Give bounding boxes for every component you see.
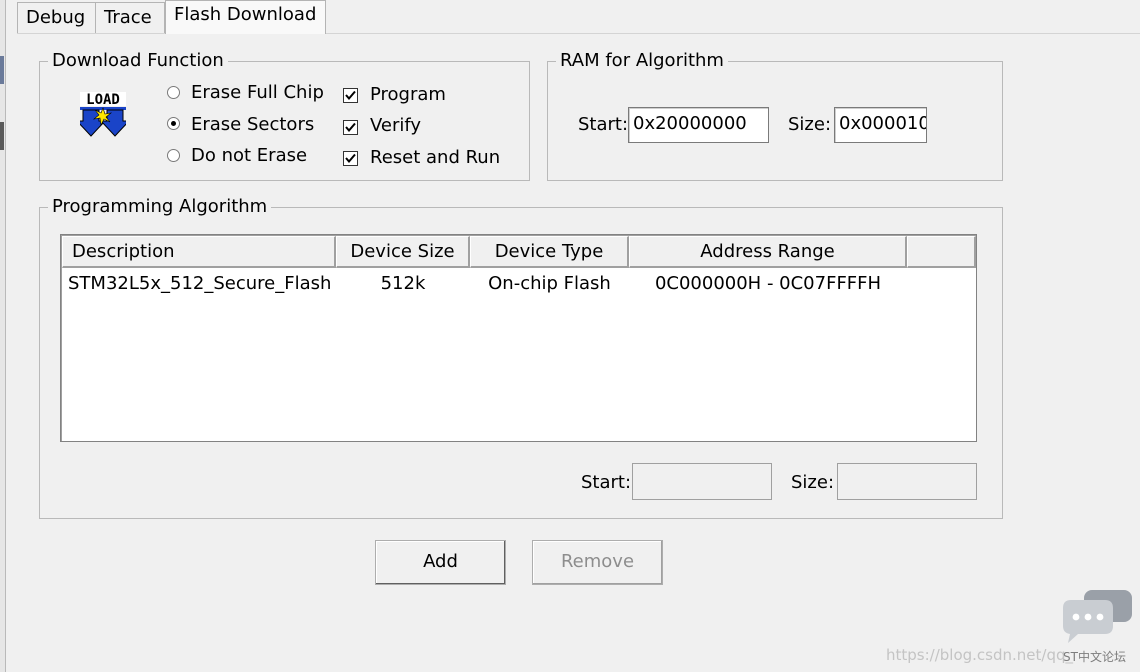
checkmark-icon: [345, 90, 356, 101]
add-button[interactable]: Add: [375, 540, 506, 585]
load-icon-text: LOAD: [86, 92, 120, 108]
ram-size-label: Size:: [788, 114, 832, 135]
tab-label: Trace: [104, 7, 152, 28]
erase-sectors-label[interactable]: Erase Sectors: [191, 114, 314, 136]
verify-checkbox[interactable]: [343, 120, 358, 135]
tab-flash-download[interactable]: Flash Download: [165, 0, 326, 34]
ram-size-input[interactable]: 0x000010: [834, 107, 927, 143]
algorithm-start-label: Start:: [581, 472, 632, 493]
tab-label: Debug: [26, 7, 86, 28]
reset-and-run-label[interactable]: Reset and Run: [370, 147, 500, 169]
checkmark-icon: [345, 122, 356, 133]
column-header-address-range[interactable]: Address Range: [629, 236, 907, 268]
erase-full-chip-radio[interactable]: [167, 86, 180, 99]
do-not-erase-radio[interactable]: [167, 149, 180, 162]
tab-strip: Debug Trace Flash Download: [0, 0, 1140, 36]
cell-device-type: On-chip Flash: [488, 273, 611, 294]
radio-selected-dot: [171, 121, 176, 126]
erase-sectors-radio[interactable]: [167, 117, 180, 130]
watermark-brand: ST中文论坛: [1063, 650, 1126, 664]
chat-bubble-logo-icon: [1060, 588, 1134, 646]
tab-trace[interactable]: Trace: [95, 2, 165, 33]
program-label[interactable]: Program: [370, 84, 446, 106]
cell-description: STM32L5x_512_Secure_Flash: [68, 273, 332, 294]
column-header-empty: [907, 236, 976, 268]
reset-and-run-checkbox[interactable]: [343, 151, 358, 166]
column-header-description[interactable]: Description: [62, 236, 336, 268]
algorithm-size-input[interactable]: [837, 463, 977, 500]
algorithm-start-input[interactable]: [632, 463, 772, 500]
column-header-device-size[interactable]: Device Size: [336, 236, 470, 268]
download-function-title: Download Function: [48, 50, 228, 72]
column-header-device-type[interactable]: Device Type: [470, 236, 629, 268]
background-window-edge: [0, 0, 6, 672]
watermark-url: https://blog.csdn.net/qq_: [886, 646, 1073, 664]
program-checkbox[interactable]: [343, 88, 358, 103]
ram-start-input[interactable]: 0x20000000: [628, 107, 769, 143]
algorithm-list[interactable]: Description Device Size Device Type Addr…: [60, 234, 977, 442]
tab-debug[interactable]: Debug: [17, 2, 96, 33]
edge-mark: [0, 56, 4, 84]
load-icon: LOAD: [75, 91, 131, 137]
checkmark-icon: [345, 153, 356, 164]
verify-label[interactable]: Verify: [370, 115, 421, 137]
cell-address-range: 0C000000H - 0C07FFFFH: [654, 273, 882, 294]
tab-label: Flash Download: [174, 4, 317, 25]
algorithm-size-label: Size:: [791, 472, 835, 493]
cell-device-size: 512k: [380, 273, 426, 294]
remove-button[interactable]: Remove: [532, 540, 663, 585]
programming-algorithm-title: Programming Algorithm: [48, 196, 272, 218]
do-not-erase-label[interactable]: Do not Erase: [191, 145, 307, 167]
edge-mark: [0, 122, 4, 150]
erase-full-chip-label[interactable]: Erase Full Chip: [191, 82, 324, 104]
ram-for-algorithm-title: RAM for Algorithm: [556, 50, 728, 72]
ram-start-label: Start:: [578, 114, 629, 135]
